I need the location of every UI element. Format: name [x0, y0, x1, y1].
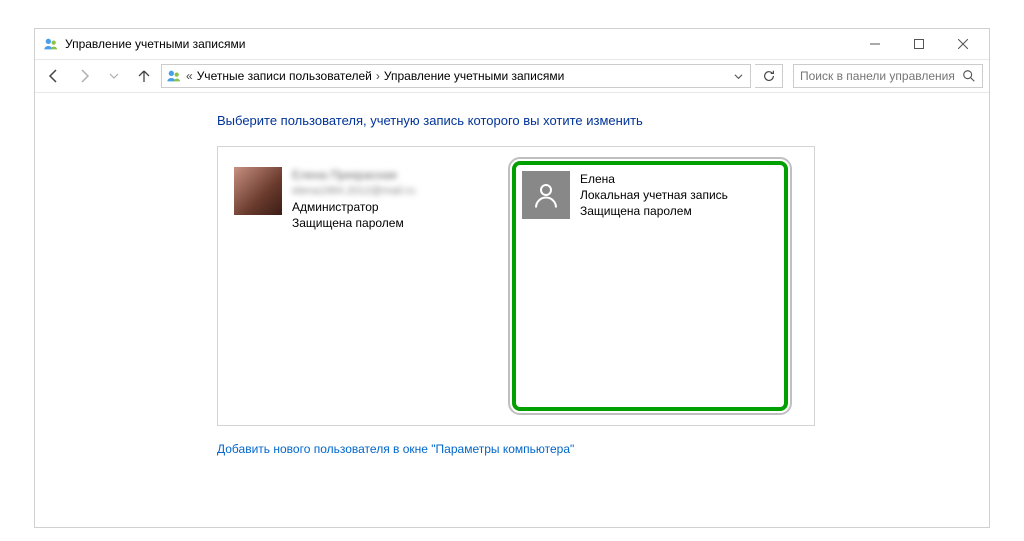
search-input[interactable] — [800, 69, 962, 83]
user-type: Локальная учетная запись — [580, 187, 728, 203]
breadcrumb-prefix: « — [186, 69, 193, 83]
user-role: Администратор — [292, 199, 415, 215]
add-user-link[interactable]: Добавить нового пользователя в окне "Пар… — [217, 442, 989, 456]
user-card-1[interactable]: Елена Локальная учетная запись Защищена … — [512, 161, 788, 411]
window-title: Управление учетными записями — [65, 37, 245, 51]
back-button[interactable] — [41, 63, 67, 89]
navbar: « Учетные записи пользователей › Управле… — [35, 59, 989, 93]
up-button[interactable] — [131, 63, 157, 89]
person-icon — [531, 180, 561, 210]
window-controls — [853, 29, 985, 59]
user-protected: Защищена паролем — [292, 215, 415, 231]
user-email: elena1984.2012@mail.ru — [292, 183, 415, 199]
user-name: Елена — [580, 171, 728, 187]
users-icon — [166, 68, 182, 84]
maximize-button[interactable] — [897, 29, 941, 59]
user-name: Елена Прекрасная — [292, 167, 415, 183]
forward-button[interactable] — [71, 63, 97, 89]
search-box[interactable] — [793, 64, 983, 88]
user-info: Елена Прекрасная elena1984.2012@mail.ru … — [292, 167, 415, 231]
chevron-right-icon: › — [376, 69, 380, 83]
breadcrumb-segment-1[interactable]: Учетные записи пользователей — [197, 69, 372, 83]
close-button[interactable] — [941, 29, 985, 59]
address-dropdown[interactable] — [730, 72, 746, 81]
users-icon — [43, 36, 59, 52]
titlebar: Управление учетными записями — [35, 29, 989, 59]
refresh-button[interactable] — [755, 64, 783, 88]
breadcrumb-segment-2[interactable]: Управление учетными записями — [384, 69, 564, 83]
avatar — [522, 171, 570, 219]
recent-dropdown[interactable] — [101, 63, 127, 89]
minimize-button[interactable] — [853, 29, 897, 59]
user-card-0[interactable]: Елена Прекрасная elena1984.2012@mail.ru … — [228, 161, 504, 411]
user-protected: Защищена паролем — [580, 203, 728, 219]
page-heading: Выберите пользователя, учетную запись ко… — [217, 113, 989, 128]
search-icon — [962, 69, 976, 83]
avatar — [234, 167, 282, 215]
user-info: Елена Локальная учетная запись Защищена … — [580, 171, 728, 219]
address-bar[interactable]: « Учетные записи пользователей › Управле… — [161, 64, 751, 88]
window: Управление учетными записями « Учетные з… — [34, 28, 990, 528]
content-area: Выберите пользователя, учетную запись ко… — [35, 93, 989, 527]
user-list-panel: Елена Прекрасная elena1984.2012@mail.ru … — [217, 146, 815, 426]
